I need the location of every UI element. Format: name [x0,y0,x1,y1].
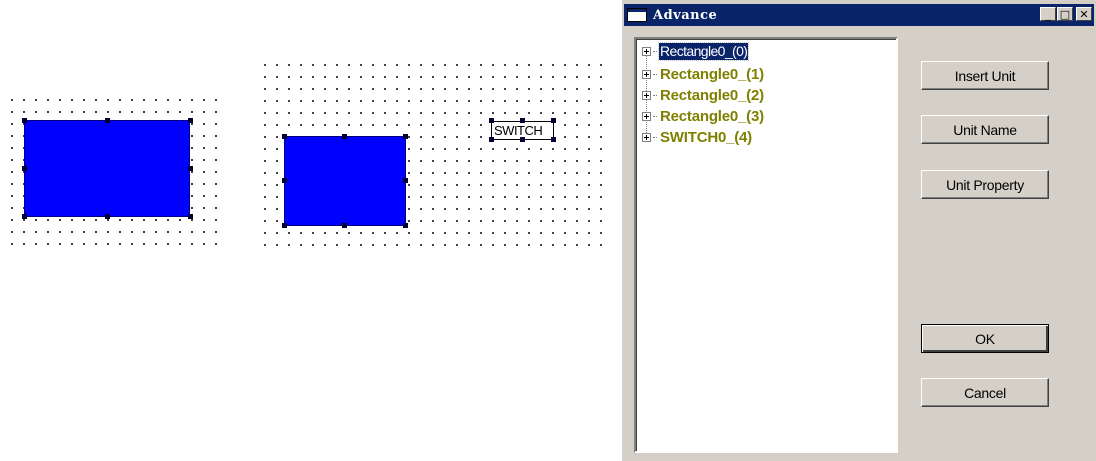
resize-handle[interactable] [282,134,287,139]
unit-tree[interactable]: Rectangle0_(0) Rectangle0_(1) Rectangle0… [634,37,898,453]
resize-handle[interactable] [22,118,27,123]
resize-handle[interactable] [188,118,193,123]
unit-name-button[interactable]: Unit Name [921,115,1049,144]
tree-item[interactable]: Rectangle0_(2) [642,86,765,104]
resize-handle[interactable] [551,137,556,142]
resize-handle[interactable] [520,118,525,123]
tree-item-label: SWITCH0_(4) [660,128,752,146]
minimize-button[interactable]: _ [1040,7,1056,21]
resize-handle[interactable] [282,223,287,228]
resize-handle[interactable] [105,214,110,219]
tree-item-label: Rectangle0_(2) [660,86,764,104]
expand-plus-icon[interactable] [642,90,651,100]
maximize-button[interactable]: □ [1057,7,1073,21]
resize-handle[interactable] [489,137,494,142]
tree-item[interactable]: Rectangle0_(1) [642,65,765,83]
tree-item[interactable]: Rectangle0_(3) [642,107,765,125]
rectangle-unit-1[interactable] [284,136,406,226]
dialog-title: Advance [653,7,718,23]
tree-item-label: Rectangle0_(0) [657,41,750,61]
title-bar[interactable]: Advance _ □ ✕ [624,4,1094,26]
resize-handle[interactable] [520,137,525,142]
expand-plus-icon[interactable] [642,132,651,142]
design-canvas[interactable]: SWITCH [0,0,620,461]
expand-plus-icon[interactable] [642,46,651,56]
tree-connector [653,115,657,117]
resize-handle[interactable] [105,118,110,123]
resize-handle[interactable] [342,223,347,228]
advance-dialog: Advance _ □ ✕ Rectangle0_(0) Rectangle0_… [620,0,1096,461]
tree-item-label: Rectangle0_(3) [660,107,764,125]
resize-handle[interactable] [22,166,27,171]
expand-plus-icon[interactable] [642,111,651,121]
resize-handle[interactable] [22,214,27,219]
tree-connector [653,50,657,52]
tree-connector [653,136,657,138]
resize-handle[interactable] [403,178,408,183]
tree-item-label: Rectangle0_(1) [660,65,764,83]
window-controls: _ □ ✕ [1040,7,1092,21]
insert-unit-button[interactable]: Insert Unit [921,61,1049,90]
tree-item[interactable]: SWITCH0_(4) [642,128,753,146]
rectangle-unit-0[interactable] [24,120,190,217]
resize-handle[interactable] [551,118,556,123]
resize-handle[interactable] [188,166,193,171]
cancel-button[interactable]: Cancel [921,378,1049,407]
resize-handle[interactable] [282,178,287,183]
resize-handle[interactable] [342,134,347,139]
close-button[interactable]: ✕ [1076,7,1092,21]
resize-handle[interactable] [403,223,408,228]
tree-connector [653,73,657,75]
resize-handle[interactable] [489,118,494,123]
tree-connector [653,94,657,96]
resize-handle[interactable] [403,134,408,139]
window-icon [627,8,647,22]
expand-plus-icon[interactable] [642,69,651,79]
unit-property-button[interactable]: Unit Property [921,170,1049,199]
tree-item[interactable]: Rectangle0_(0) [642,41,750,61]
ok-button[interactable]: OK [921,324,1049,353]
resize-handle[interactable] [188,214,193,219]
